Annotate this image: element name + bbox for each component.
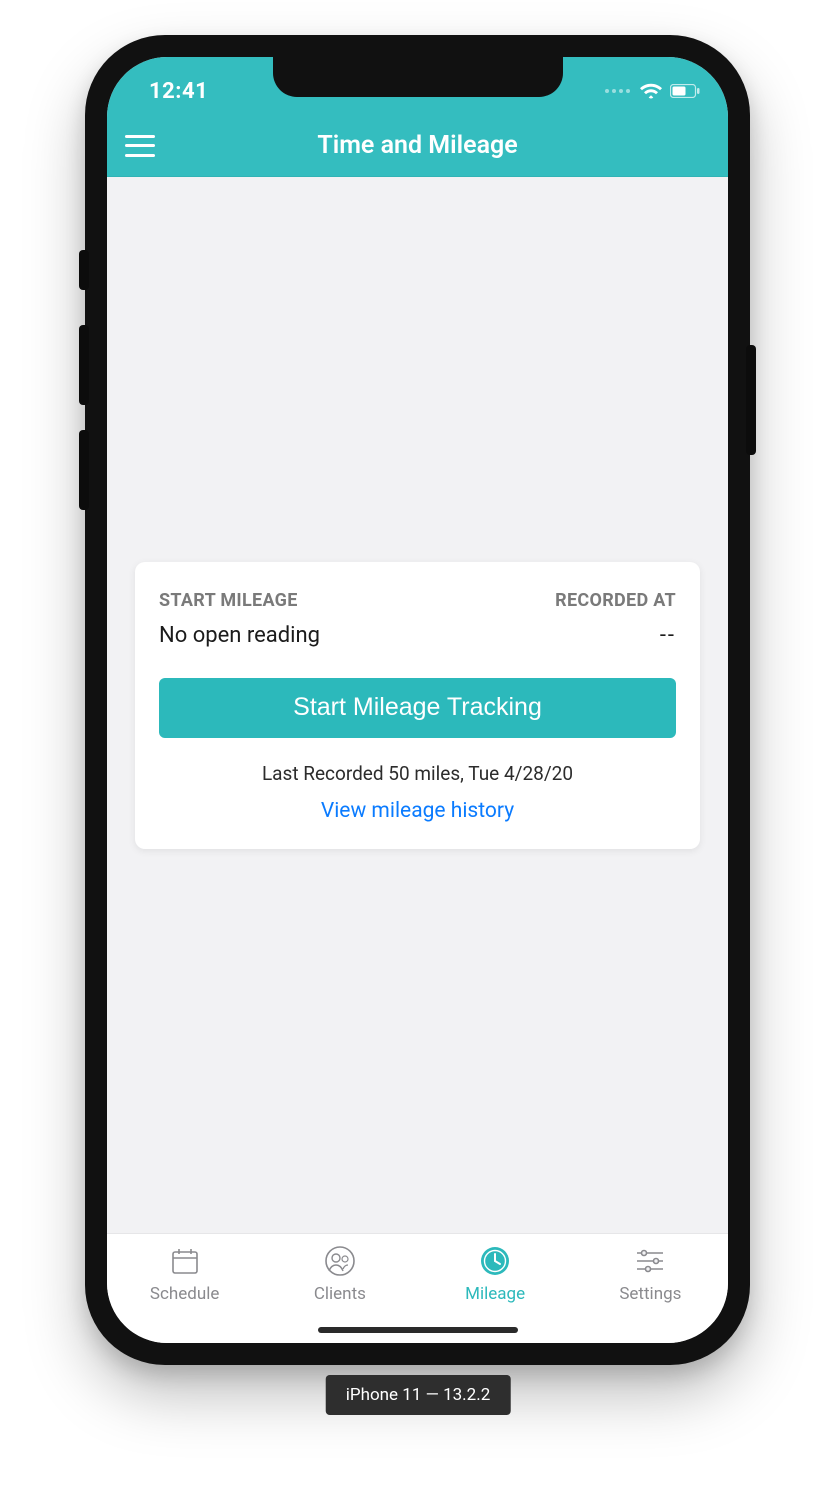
power-button: [746, 345, 756, 455]
clock-icon: [479, 1244, 511, 1278]
content-area: START MILEAGE RECORDED AT No open readin…: [107, 177, 728, 1233]
tab-mileage-label: Mileage: [465, 1284, 525, 1304]
sliders-icon: [634, 1244, 666, 1278]
people-icon: [323, 1244, 357, 1278]
wifi-icon: [640, 83, 662, 99]
volume-down-button: [79, 430, 89, 510]
calendar-icon: [169, 1244, 201, 1278]
start-mileage-label: START MILEAGE: [159, 590, 298, 611]
tab-settings-label: Settings: [619, 1284, 681, 1304]
mileage-card: START MILEAGE RECORDED AT No open readin…: [135, 562, 700, 849]
battery-icon: [670, 84, 700, 98]
nav-bar: Time and Mileage: [107, 115, 728, 177]
device-frame: 12:41 Time and: [85, 35, 750, 1365]
mute-switch: [79, 250, 89, 290]
tab-settings[interactable]: Settings: [573, 1244, 728, 1304]
menu-button[interactable]: [125, 135, 155, 157]
recorded-at-value: --: [660, 623, 676, 648]
tab-clients[interactable]: Clients: [262, 1244, 417, 1304]
hamburger-icon: [125, 135, 155, 138]
tab-mileage[interactable]: Mileage: [418, 1244, 573, 1304]
volume-up-button: [79, 325, 89, 405]
device-caption: iPhone 11 — 13.2.2: [326, 1375, 511, 1415]
tab-schedule-label: Schedule: [150, 1284, 219, 1304]
tab-clients-label: Clients: [314, 1284, 366, 1304]
cellular-dots-icon: [605, 89, 630, 93]
home-indicator[interactable]: [318, 1327, 518, 1333]
last-recorded-text: Last Recorded 50 miles, Tue 4/28/20: [159, 762, 676, 785]
view-history-link[interactable]: View mileage history: [159, 799, 676, 823]
screen: 12:41 Time and: [107, 57, 728, 1343]
start-tracking-button[interactable]: Start Mileage Tracking: [159, 678, 676, 738]
status-time: 12:41: [149, 79, 208, 104]
notch: [273, 57, 563, 97]
start-mileage-value: No open reading: [159, 623, 320, 648]
status-right: [605, 83, 700, 99]
page-title: Time and Mileage: [107, 131, 728, 160]
tab-schedule[interactable]: Schedule: [107, 1244, 262, 1304]
recorded-at-label: RECORDED AT: [555, 590, 676, 611]
